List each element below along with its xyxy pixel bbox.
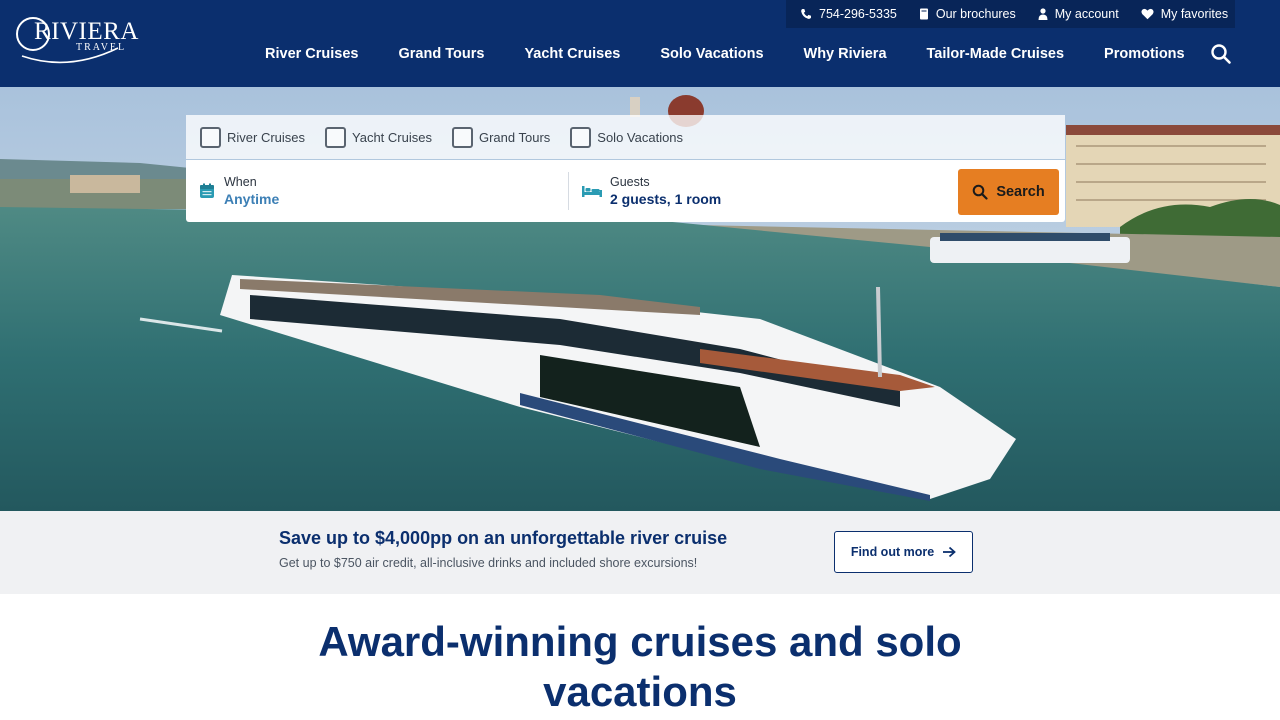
trip-type-filters: River Cruises Yacht Cruises Grand Tours … [186,115,1065,159]
heart-icon [1141,8,1154,20]
guests-label: Guests [610,175,650,189]
when-value: Anytime [224,191,280,207]
find-out-more-button[interactable]: Find out more [834,531,973,573]
search-button-label: Search [996,184,1045,200]
yacht-cruises-checkbox[interactable] [325,126,347,148]
solo-vacations-checkbox[interactable] [570,126,592,148]
search-fields: When Anytime Guests 2 guests, 1 room Sea… [186,160,1065,222]
when-label: When [224,175,257,189]
calendar-icon [200,183,214,198]
my-favorites-label: My favorites [1160,7,1229,21]
my-account-link[interactable]: My account [1038,7,1119,21]
guests-value: 2 guests, 1 room [610,191,722,207]
phone-number: 754-296-5335 [819,7,897,21]
headline-line-2: vacations [543,668,737,715]
when-field[interactable]: When Anytime [186,160,568,222]
nav-item-grand-tours[interactable]: Grand Tours [399,46,485,62]
nav-item-promotions[interactable]: Promotions [1104,46,1185,62]
my-account-label: My account [1054,7,1119,21]
nav-search-button[interactable] [1210,43,1232,65]
utility-bar: 754-296-5335 Our brochures My account My… [786,0,1235,28]
find-out-more-label: Find out more [850,545,935,559]
page-headline: Award-winning cruises and solo vacations [240,617,1040,717]
brochures-link[interactable]: Our brochures [919,7,1016,21]
grand-tours-checkbox[interactable] [451,126,473,148]
nav-item-why-riviera[interactable]: Why Riviera [804,46,887,62]
nav-item-river-cruises[interactable]: River Cruises [265,46,359,62]
grand-tours-label: Grand Tours [478,129,551,145]
brochures-label: Our brochures [935,7,1016,21]
search-button[interactable]: Search [958,169,1059,215]
arrow-right-icon [943,546,957,558]
riviera-travel-logo[interactable]: RIVIERA TRAVEL [14,12,138,66]
guests-field[interactable]: Guests 2 guests, 1 room [570,160,956,222]
filter-solo-vacations[interactable]: Solo Vacations [570,126,684,148]
nav-item-solo-vacations[interactable]: Solo Vacations [660,46,763,62]
promo-title: Save up to $4,000pp on an unforgettable … [279,528,728,548]
site-header: RIVIERA TRAVEL 754-296-5335 Our brochure… [0,0,1280,87]
nav-item-tailor-made-cruises[interactable]: Tailor-Made Cruises [927,46,1065,62]
phone-icon [801,9,811,19]
river-cruises-label: River Cruises [227,129,306,145]
solo-vacations-label: Solo Vacations [597,129,684,145]
logo-subtitle: TRAVEL [76,42,127,53]
user-icon [1038,8,1048,20]
yacht-cruises-label: Yacht Cruises [352,129,432,145]
main-nav: River Cruises Grand Tours Yacht Cruises … [245,42,1205,66]
search-icon [973,184,988,200]
field-divider [568,172,569,210]
river-cruises-checkbox[interactable] [200,126,221,148]
headline-line-1: Award-winning cruises and solo [318,618,962,665]
filter-yacht-cruises[interactable]: Yacht Cruises [325,126,432,148]
filter-river-cruises[interactable]: River Cruises [200,126,306,148]
promo-subtitle: Get up to $750 air credit, all-inclusive… [279,556,698,570]
promo-banner: Save up to $4,000pp on an unforgettable … [0,511,1280,594]
bed-icon [582,186,602,197]
brochure-icon [919,8,928,20]
filter-grand-tours[interactable]: Grand Tours [451,126,551,148]
search-icon [1211,44,1231,64]
phone-link[interactable]: 754-296-5335 [800,7,897,21]
my-favorites-link[interactable]: My favorites [1141,7,1228,21]
cruise-search-panel: River Cruises Yacht Cruises Grand Tours … [186,115,1065,222]
nav-item-yacht-cruises[interactable]: Yacht Cruises [524,46,620,62]
